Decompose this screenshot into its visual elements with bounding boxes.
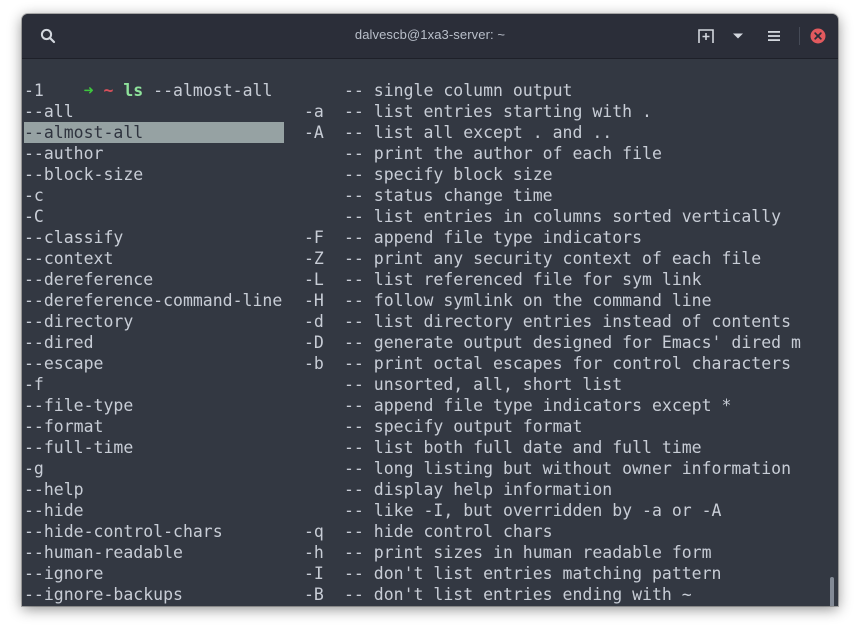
completion-option[interactable]: --directory (24, 311, 133, 332)
completion-option[interactable]: --all (24, 101, 74, 122)
completion-description: -- display help information (344, 480, 613, 499)
close-icon[interactable] (806, 24, 830, 48)
completion-short-flag: -B (304, 585, 324, 604)
completion-short-flag: -D (304, 333, 324, 352)
completion-description: -- single column output (344, 81, 573, 100)
completion-description: -- list entries starting with . (344, 102, 652, 121)
completion-option[interactable]: --author (24, 143, 103, 164)
completion-short-flag: -h (304, 543, 324, 562)
completion-description: -- specify block size (344, 165, 553, 184)
completion-description: -- list entries in columns sorted vertic… (344, 207, 782, 226)
completion-description: -- long listing but without owner inform… (344, 459, 792, 478)
completion-option[interactable]: --ignore-backups (24, 584, 183, 605)
completion-description: -- print any security context of each fi… (344, 249, 762, 268)
completion-option[interactable]: --human-readable (24, 542, 183, 563)
completion-option[interactable]: -f (24, 374, 44, 395)
completion-short-flag: -F (304, 228, 324, 247)
prompt-arrow: ➜ (83, 81, 94, 100)
prompt-command: ls (123, 81, 144, 100)
completion-short-flag: -A (304, 123, 324, 142)
completion-option[interactable]: --file-type (24, 395, 133, 416)
chevron-down-icon[interactable] (726, 24, 750, 48)
completion-description: -- unsorted, all, short list (344, 375, 623, 394)
completion-short-flag: -a (304, 102, 324, 121)
completion-option[interactable]: -C (24, 206, 44, 227)
completion-option[interactable]: --hide (24, 500, 84, 521)
completion-description: -- print the author of each file (344, 144, 662, 163)
completion-short-flag: -I (304, 564, 324, 583)
completion-short-flag: -Z (304, 249, 324, 268)
terminal-output[interactable]: ➜ ~ ls --almost-all -1 -- single column o… (22, 59, 838, 606)
completion-description: -- don't list entries ending with ~ (344, 585, 692, 604)
completion-description: -- append file type indicators (344, 228, 643, 247)
completion-short-flag: -q (304, 522, 324, 541)
completion-option[interactable]: -c (24, 185, 44, 206)
completion-short-flag: -L (304, 270, 324, 289)
completion-description: -- generate output designed for Emacs' d… (344, 333, 801, 352)
titlebar: dalvescb@1xa3-server: ~ (22, 14, 838, 59)
completion-description: -- status change time (344, 186, 553, 205)
completion-option[interactable]: --block-size (24, 164, 143, 185)
titlebar-separator (799, 27, 800, 45)
completion-description: -- don't list entries matching pattern (344, 564, 722, 583)
completion-description: -- list both full date and full time (344, 438, 702, 457)
completion-option-selected[interactable]: --almost-all (24, 122, 284, 143)
completion-option[interactable]: --full-time (24, 437, 133, 458)
completion-option[interactable]: --escape (24, 353, 103, 374)
completion-description: -- specify output format (344, 417, 583, 436)
completion-description: -- follow symlink on the command line (344, 291, 712, 310)
completion-short-flag: -b (304, 354, 324, 373)
completion-description: -- print octal escapes for control chara… (344, 354, 792, 373)
hamburger-menu-icon[interactable] (762, 24, 786, 48)
completion-description: -- print sizes in human readable form (344, 543, 712, 562)
completion-option[interactable]: -g (24, 458, 44, 479)
completion-short-flag: -d (304, 312, 324, 331)
completion-description: -- list directory entries instead of con… (344, 312, 792, 331)
completion-description: -- hide control chars (344, 522, 553, 541)
completion-option[interactable]: --format (24, 416, 103, 437)
completion-option[interactable]: -1 (24, 80, 44, 101)
completion-description: -- append file type indicators except * (344, 396, 732, 415)
completion-option[interactable]: --dired (24, 332, 94, 353)
completion-option[interactable]: --classify (24, 227, 123, 248)
completion-description: -- list referenced file for sym link (344, 270, 702, 289)
scrollbar-thumb[interactable] (830, 577, 834, 606)
completion-description: -- like -I, but overridden by -a or -A (344, 501, 722, 520)
completion-option[interactable]: --hide-control-chars (24, 521, 223, 542)
completion-option[interactable]: --context (24, 248, 113, 269)
completion-option[interactable]: --help (24, 479, 84, 500)
prompt-cwd: ~ (103, 81, 114, 100)
completion-description: -- list all except . and .. (344, 123, 613, 142)
completion-option[interactable]: --ignore (24, 563, 103, 584)
terminal-window: dalvescb@1xa3-server: ~ ➜ ~ ls --almost-… (22, 14, 838, 606)
completion-option[interactable]: --dereference (24, 269, 153, 290)
completion-short-flag: -H (304, 291, 324, 310)
completion-option[interactable]: --dereference-command-line (24, 290, 282, 311)
command-prompt: ➜ ~ ls --almost-all (24, 59, 273, 100)
new-tab-icon[interactable] (694, 24, 718, 48)
prompt-args: --almost-all (153, 81, 273, 100)
